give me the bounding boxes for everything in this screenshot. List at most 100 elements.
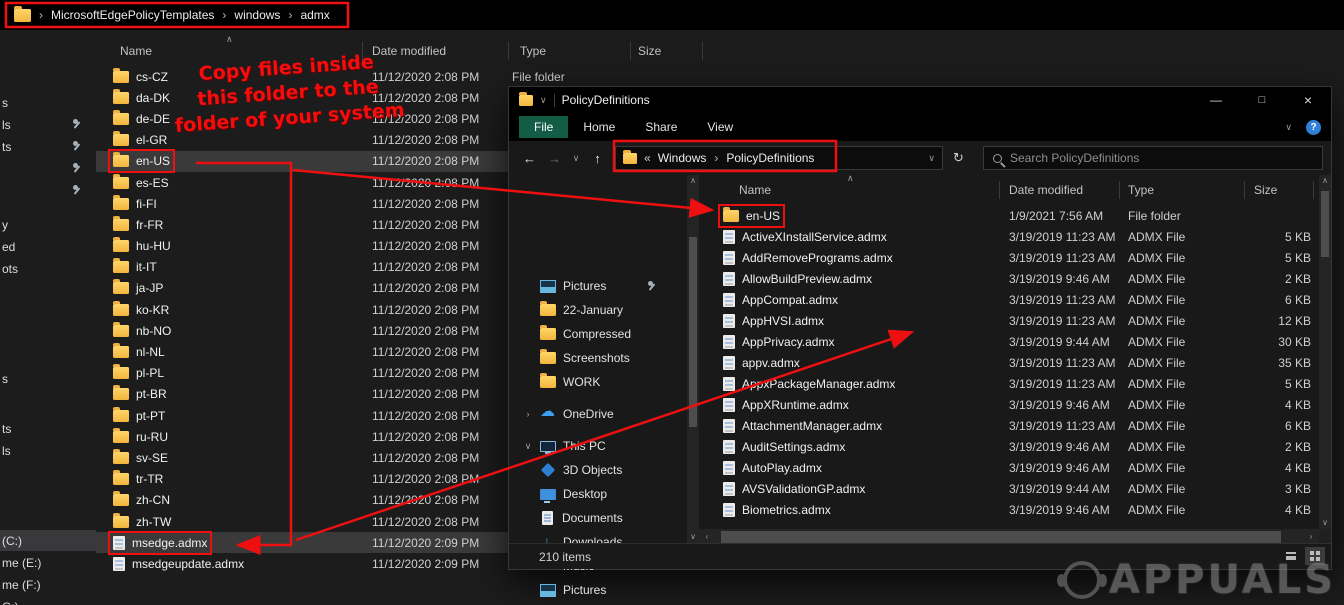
scroll-up-icon[interactable]: ∧ [1319,175,1331,187]
breadcrumb-overflow-icon[interactable]: « [644,151,651,165]
column-header-name[interactable]: Name [120,40,152,62]
search-box[interactable] [983,146,1323,170]
back-button[interactable]: ← [517,151,542,166]
address-dropdown-icon[interactable] [928,153,935,164]
column-separator[interactable] [702,42,703,60]
column-header-size[interactable]: Size [638,40,661,62]
file-row[interactable]: Biometrics.admx 3/19/2019 9:46 AM ADMX F… [699,499,1321,520]
scroll-up-icon[interactable]: ∧ [687,175,699,187]
help-icon[interactable]: ? [1306,120,1321,135]
up-button[interactable]: ↑ [585,151,610,166]
column-header-type[interactable]: Type [1128,179,1154,201]
file-row[interactable]: appv.admx 3/19/2019 11:23 AM ADMX File 3… [699,352,1321,373]
sidebar-item[interactable]: G:) [0,596,96,605]
nav-item[interactable]: ∨ This PC [509,435,687,457]
file-name: ActiveXInstallService.admx [742,230,887,244]
nav-item[interactable]: Screenshots [509,347,687,369]
file-row[interactable]: AllowBuildPreview.admx 3/19/2019 9:46 AM… [699,268,1321,289]
expander-icon[interactable]: ∨ [523,441,533,452]
sidebar-item[interactable]: (C:) [0,530,96,551]
breadcrumb-item[interactable]: MicrosoftEdgePolicyTemplates [51,8,234,22]
nav-scrollbar[interactable]: ∧ ∨ [687,175,699,543]
column-header-date[interactable]: Date modified [1009,179,1083,201]
nav-item[interactable]: Desktop [509,483,687,505]
breadcrumb-item[interactable]: admx [300,8,329,22]
file-row[interactable]: AddRemovePrograms.admx 3/19/2019 11:23 A… [699,247,1321,268]
ribbon-tab[interactable]: Home [568,120,630,134]
column-separator[interactable] [1119,181,1120,199]
nav-item[interactable]: Pictures [509,579,687,601]
search-input[interactable] [1010,151,1313,165]
file-row[interactable]: ActiveXInstallService.admx 3/19/2019 11:… [699,226,1321,247]
sidebar-item[interactable]: ls [0,114,96,135]
sidebar-item[interactable]: y [0,214,96,235]
sidebar-item[interactable]: s [0,368,96,389]
recent-locations-dropdown-icon[interactable]: ∨ [567,153,585,164]
file-row[interactable]: AutoPlay.admx 3/19/2019 9:46 AM ADMX Fil… [699,457,1321,478]
file-date: 3/19/2019 11:23 AM [1009,230,1116,244]
sidebar-item[interactable] [0,158,96,179]
scrollbar-thumb[interactable] [689,237,697,427]
tab-file[interactable]: File [519,116,568,138]
file-row[interactable]: AppXRuntime.admx 3/19/2019 9:46 AM ADMX … [699,394,1321,415]
breadcrumb-item[interactable]: windows [234,8,300,22]
refresh-icon[interactable]: ↻ [953,146,964,170]
nav-item[interactable]: Compressed [509,323,687,345]
scroll-down-icon[interactable]: ∨ [1319,517,1331,529]
sidebar-item[interactable]: ts [0,418,96,439]
column-header-size[interactable]: Size [1254,179,1277,201]
scrollbar-thumb[interactable] [721,531,1281,543]
address-bar[interactable]: « Windows PolicyDefinitions [615,146,943,170]
nav-item[interactable]: 3D Objects [509,459,687,481]
breadcrumb-item[interactable]: PolicyDefinitions [726,151,814,165]
forward-button[interactable]: → [542,151,567,166]
scroll-down-icon[interactable]: ∨ [687,531,699,543]
maximize-button[interactable]: □ [1239,87,1285,113]
sidebar-item-label: ls [2,444,11,458]
minimize-button[interactable]: — [1193,87,1239,113]
file-list-vertical-scrollbar[interactable]: ∧ ∨ [1319,175,1331,529]
file-row[interactable]: en-US 1/9/2021 7:56 AM File folder [699,205,1321,226]
sidebar-item[interactable]: ed [0,236,96,257]
file-row[interactable]: AppHVSI.admx 3/19/2019 11:23 AM ADMX Fil… [699,310,1321,331]
sidebar-item[interactable]: ts [0,136,96,157]
ribbon-tab[interactable]: View [692,120,748,134]
scroll-left-icon[interactable]: ‹ [701,531,713,543]
expander-icon[interactable]: › [523,409,533,419]
nav-item[interactable]: Pictures [509,275,687,297]
file-row[interactable]: AuditSettings.admx 3/19/2019 9:46 AM ADM… [699,436,1321,457]
sidebar-item[interactable]: ls [0,440,96,461]
scrollbar-thumb[interactable] [1321,191,1329,257]
sidebar-item[interactable]: me (F:) [0,574,96,595]
close-button[interactable]: × [1285,87,1331,113]
file-name: AutoPlay.admx [742,461,822,475]
file-row[interactable]: AppxPackageManager.admx 3/19/2019 11:23 … [699,373,1321,394]
column-separator[interactable] [999,181,1000,199]
sidebar-item[interactable]: s [0,92,96,113]
file-row[interactable]: AttachmentManager.admx 3/19/2019 11:23 A… [699,415,1321,436]
nav-item[interactable]: › OneDrive [509,403,687,425]
file-row[interactable]: AppPrivacy.admx 3/19/2019 9:44 AM ADMX F… [699,331,1321,352]
file-row[interactable]: AVSValidationGP.admx 3/19/2019 9:44 AM A… [699,478,1321,499]
sidebar-item[interactable]: me (E:) [0,552,96,573]
scroll-right-icon[interactable]: › [1305,531,1317,543]
column-separator[interactable] [1244,181,1245,199]
column-separator[interactable] [1313,181,1314,199]
nav-item[interactable]: 22-January [509,299,687,321]
quick-access-toolbar-chevron-icon[interactable] [540,95,547,106]
file-size: 4 KB [1199,398,1311,412]
title-bar[interactable]: PolicyDefinitions — □ × [509,87,1331,113]
ribbon-tab[interactable]: Share [630,120,692,134]
sidebar-item[interactable] [0,180,96,201]
file-type: ADMX File [1128,461,1185,475]
sidebar-item[interactable]: ots [0,258,96,279]
column-header-type[interactable]: Type [520,40,546,62]
file-row[interactable]: AppCompat.admx 3/19/2019 11:23 AM ADMX F… [699,289,1321,310]
nav-item[interactable]: WORK [509,371,687,393]
column-separator[interactable] [630,42,631,60]
column-header-name[interactable]: Name [739,179,771,201]
breadcrumb-item[interactable]: Windows [658,151,727,165]
column-separator[interactable] [508,42,509,60]
nav-item[interactable]: Documents [509,507,687,529]
minimize-ribbon-icon[interactable] [1285,122,1292,133]
